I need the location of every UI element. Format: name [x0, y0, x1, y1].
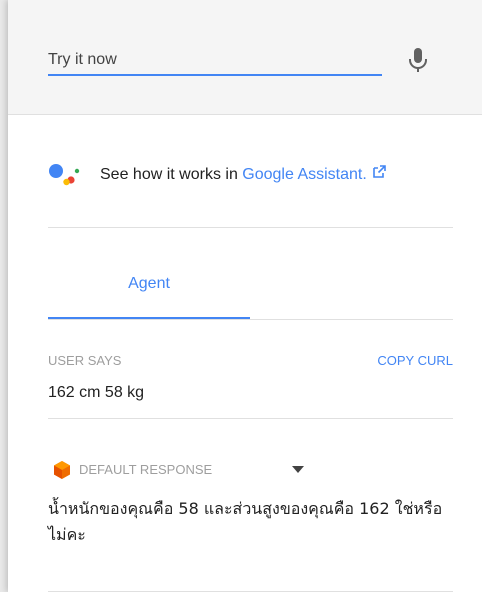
user-says-label: USER SAYS: [48, 353, 122, 368]
google-assistant-logo: [49, 164, 80, 186]
tabs-bar: Agent: [48, 262, 453, 320]
divider: [48, 418, 453, 419]
dialogflow-icon: [54, 461, 70, 479]
tab-agent[interactable]: Agent: [48, 262, 250, 318]
assistant-text: See how it works in Google Assistant.: [100, 164, 387, 184]
assistant-row: See how it works in Google Assistant.: [48, 158, 448, 188]
default-response-text: น้ำหนักของคุณคือ 58 และส่วนสูงของคุณคือ …: [48, 499, 443, 544]
external-link-icon[interactable]: [371, 164, 387, 180]
try-it-input[interactable]: [48, 46, 382, 76]
caret-down-icon[interactable]: [292, 466, 304, 473]
divider: [48, 319, 453, 320]
divider: [48, 227, 453, 228]
user-says-value: 162 cm 58 kg: [48, 384, 145, 401]
microphone-icon[interactable]: [406, 46, 430, 74]
google-assistant-link[interactable]: Google Assistant.: [242, 166, 367, 183]
test-console-panel: See how it works in Google Assistant. Ag…: [8, 0, 482, 592]
assistant-prefix: See how it works in: [100, 166, 243, 183]
copy-curl-button[interactable]: COPY CURL: [377, 353, 453, 368]
try-it-area: [8, 0, 482, 115]
default-response-label: DEFAULT RESPONSE: [79, 462, 213, 477]
